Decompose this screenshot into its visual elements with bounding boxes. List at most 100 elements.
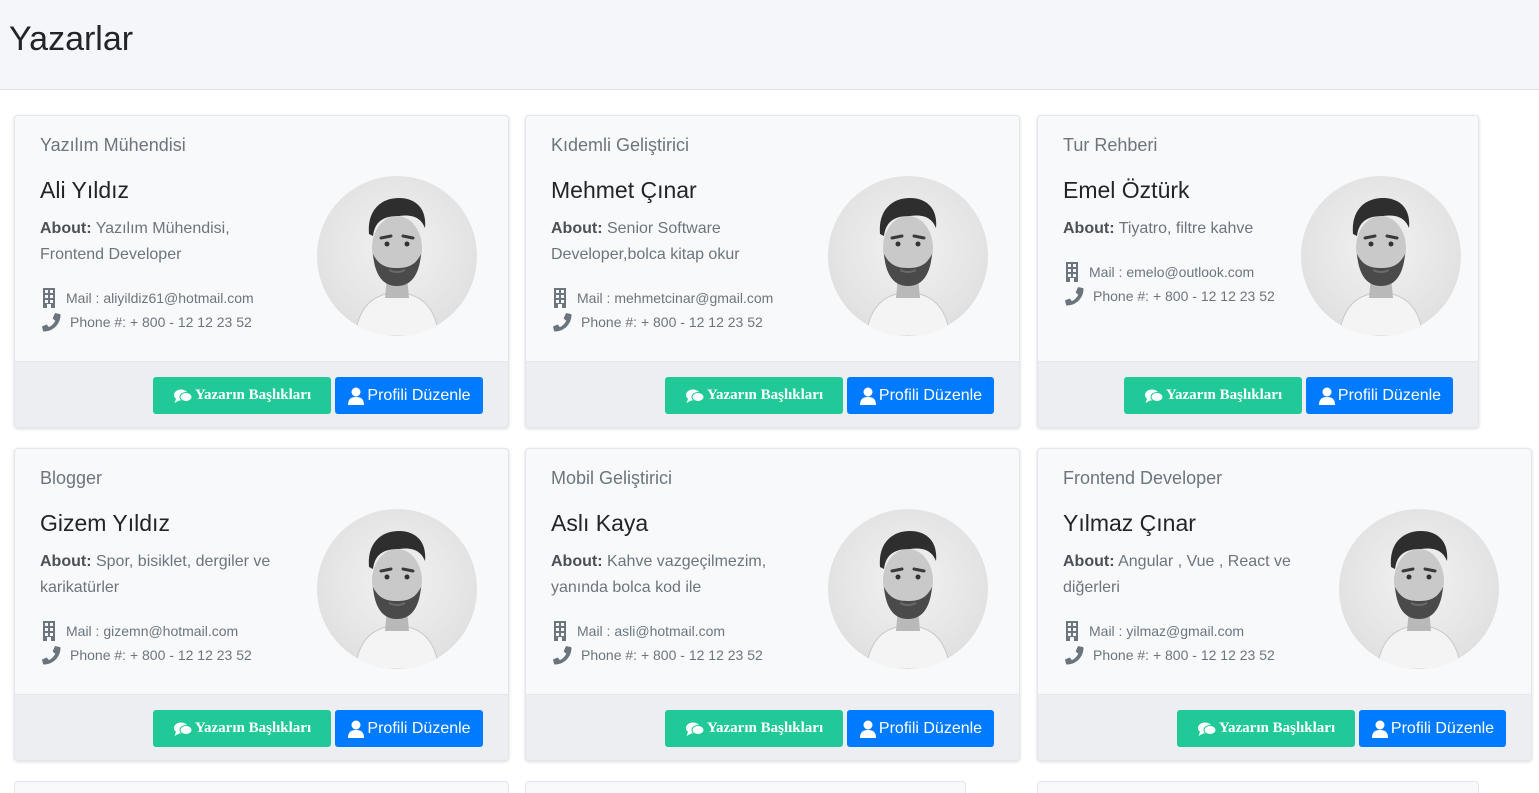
phone-row: Phone #: + 800 - 12 12 23 52 [40, 310, 320, 334]
phone-label: Phone #: [581, 647, 638, 663]
phone-row: Phone #: + 800 - 12 12 23 52 [551, 643, 831, 667]
avatar [1339, 509, 1499, 669]
phone-value: + 800 - 12 12 23 52 [640, 647, 763, 663]
contact-info: Mail : asli@hotmail.com Phone #: + 800 -… [551, 619, 831, 667]
building-icon [43, 621, 55, 641]
avatar [828, 509, 988, 669]
author-titles-label: Yazarın Başlıkları [194, 387, 312, 403]
edit-profile-label: Profili Düzenle [367, 719, 471, 737]
edit-profile-button[interactable]: Profili Düzenle [335, 377, 483, 414]
card-stub [1037, 781, 1479, 793]
mail-label: Mail : [66, 290, 100, 306]
edit-profile-label: Profili Düzenle [878, 719, 983, 737]
mail-value: yilmaz@gmail.com [1126, 623, 1245, 639]
author-titles-button[interactable]: Yazarın Başlıkları [1177, 710, 1355, 747]
author-role: Blogger [40, 468, 103, 488]
mail-value: asli@hotmail.com [614, 623, 726, 639]
mail-row: Mail : asli@hotmail.com [551, 619, 831, 643]
edit-profile-button[interactable]: Profili Düzenle [335, 710, 483, 747]
page-title: Yazarlar [9, 20, 134, 58]
author-titles-button[interactable]: Yazarın Başlıkları [153, 710, 331, 747]
phone-row: Phone #: + 800 - 12 12 23 52 [551, 310, 831, 334]
author-card: Yazılım Mühendisi Ali Yıldız About: Yazı… [14, 115, 509, 428]
phone-row: Phone #: + 800 - 12 12 23 52 [1063, 643, 1343, 667]
author-name: Mehmet Çınar [551, 177, 697, 203]
edit-profile-label: Profili Düzenle [367, 386, 471, 404]
phone-label: Phone #: [1093, 647, 1150, 663]
edit-profile-button[interactable]: Profili Düzenle [1306, 377, 1453, 414]
mail-value: aliyildiz61@hotmail.com [103, 290, 254, 306]
author-role: Frontend Developer [1063, 468, 1223, 488]
edit-profile-button[interactable]: Profili Düzenle [1359, 710, 1506, 747]
author-titles-button[interactable]: Yazarın Başlıkları [665, 377, 843, 414]
phone-label: Phone #: [70, 314, 127, 330]
card-body: Blogger Gizem Yıldız About: Spor, bisikl… [15, 449, 508, 694]
building-icon [554, 621, 566, 641]
author-name: Gizem Yıldız [40, 510, 170, 536]
mail-row: Mail : mehmetcinar@gmail.com [551, 286, 831, 310]
phone-icon [42, 313, 61, 332]
avatar [1301, 176, 1461, 336]
card-footer: Yazarın Başlıkları Profili Düzenle [1038, 694, 1531, 760]
card-body: Tur Rehberi Emel Öztürk About: Tiyatro, … [1038, 116, 1478, 361]
author-titles-label: Yazarın Başlıkları [1165, 387, 1283, 403]
card-stub [14, 781, 509, 793]
user-icon [859, 387, 876, 405]
user-icon [1318, 387, 1335, 405]
mail-value: mehmetcinar@gmail.com [614, 290, 774, 306]
mail-row: Mail : yilmaz@gmail.com [1063, 619, 1343, 643]
about-label: About: [40, 553, 92, 570]
mail-value: gizemn@hotmail.com [103, 623, 239, 639]
author-role: Kıdemli Geliştirici [551, 135, 690, 155]
comments-icon [685, 722, 705, 736]
phone-icon [42, 646, 61, 665]
mail-label: Mail : [1089, 264, 1123, 280]
author-name: Aslı Kaya [551, 510, 649, 536]
mail-label: Mail : [1089, 623, 1123, 639]
author-titles-label: Yazarın Başlıkları [1218, 720, 1336, 736]
avatar-portrait [354, 198, 440, 336]
contact-info: Mail : gizemn@hotmail.com Phone #: + 800… [40, 619, 320, 667]
phone-value: + 800 - 12 12 23 52 [129, 314, 252, 330]
user-icon [348, 387, 365, 405]
author-role: Yazılım Mühendisi [40, 135, 186, 155]
author-titles-label: Yazarın Başlıkları [194, 720, 312, 736]
comments-icon [1197, 722, 1217, 736]
building-icon [1066, 262, 1078, 282]
avatar-portrait [865, 198, 951, 336]
edit-profile-label: Profili Düzenle [1337, 386, 1442, 404]
about-label: About: [1063, 220, 1115, 237]
user-icon [859, 720, 876, 738]
author-name: Emel Öztürk [1063, 177, 1190, 203]
author-titles-label: Yazarın Başlıkları [706, 387, 824, 403]
author-about: About: Kahve vazgeçilmezim, yanında bolc… [551, 549, 801, 601]
author-titles-button[interactable]: Yazarın Başlıkları [1124, 377, 1302, 414]
edit-profile-button[interactable]: Profili Düzenle [847, 377, 994, 414]
author-card: Kıdemli Geliştirici Mehmet Çınar About: … [525, 115, 1020, 428]
avatar-portrait [1376, 531, 1462, 669]
phone-icon [1065, 287, 1084, 306]
card-footer: Yazarın Başlıkları Profili Düzenle [526, 694, 1019, 760]
author-about: About: Spor, bisiklet, dergiler ve karik… [40, 549, 290, 601]
phone-icon [553, 313, 572, 332]
author-about: About: Senior Software Developer,bolca k… [551, 216, 801, 268]
phone-label: Phone #: [1093, 288, 1150, 304]
about-label: About: [40, 220, 92, 237]
about-label: About: [1063, 553, 1115, 570]
user-icon [1371, 720, 1388, 738]
contact-info: Mail : mehmetcinar@gmail.com Phone #: + … [551, 286, 831, 334]
phone-value: + 800 - 12 12 23 52 [129, 647, 252, 663]
author-titles-button[interactable]: Yazarın Başlıkları [153, 377, 331, 414]
avatar-portrait [865, 531, 951, 669]
building-icon [43, 288, 55, 308]
mail-row: Mail : gizemn@hotmail.com [40, 619, 320, 643]
mail-label: Mail : [577, 623, 611, 639]
author-about: About: Angular , Vue , React ve diğerler… [1063, 549, 1313, 601]
edit-profile-button[interactable]: Profili Düzenle [847, 710, 994, 747]
author-titles-button[interactable]: Yazarın Başlıkları [665, 710, 843, 747]
card-body: Mobil Geliştirici Aslı Kaya About: Kahve… [526, 449, 1019, 694]
mail-value: emelo@outlook.com [1126, 264, 1255, 280]
card-footer: Yazarın Başlıkları Profili Düzenle [526, 361, 1019, 427]
avatar [317, 176, 477, 336]
contact-info: Mail : aliyildiz61@hotmail.com Phone #: … [40, 286, 320, 334]
